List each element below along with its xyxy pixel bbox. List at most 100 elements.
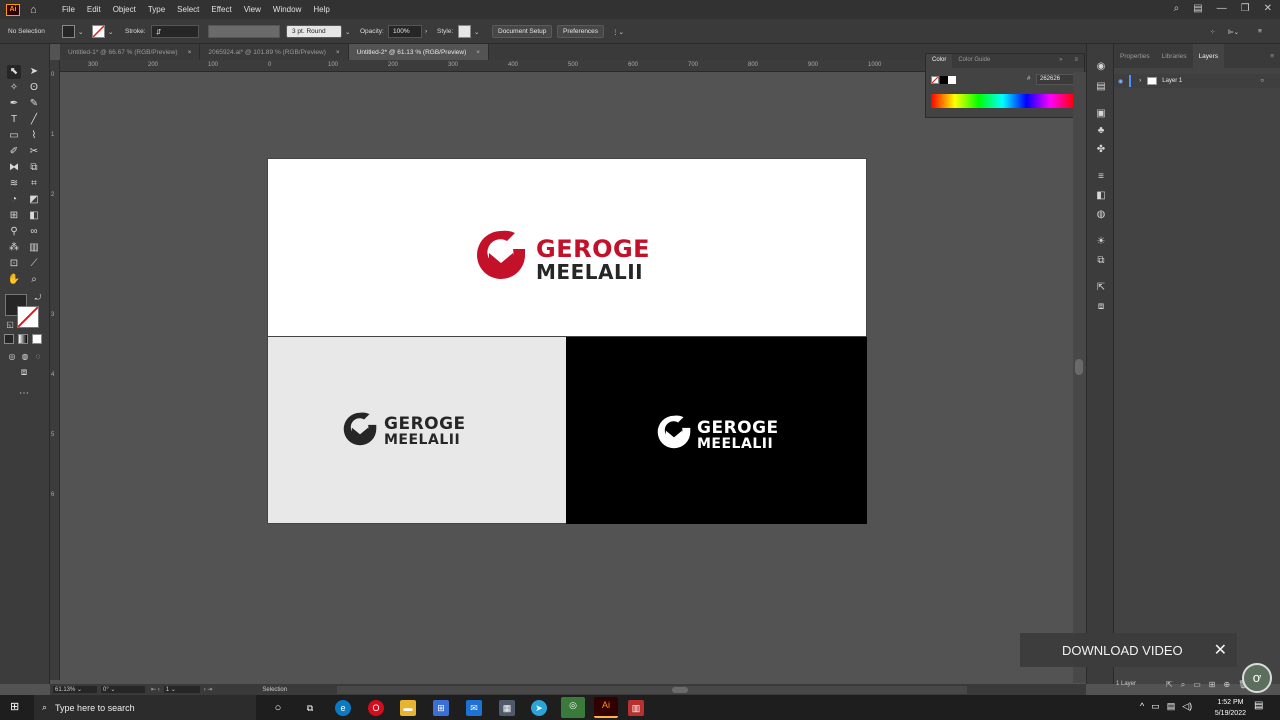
black-swatch[interactable] [940, 76, 948, 84]
brush-profile-dropdown[interactable]: 3 pt. Round ⌄ [286, 25, 350, 38]
pen-tool-icon[interactable]: ✒ [7, 97, 21, 111]
telegram-icon[interactable]: ➤ [531, 700, 547, 716]
tab-properties[interactable]: Properties [1114, 44, 1156, 68]
artboard-bottom-light[interactable]: GEROGE MEELALII [267, 337, 567, 524]
taskbar-search[interactable]: ⌕ Type here to search [34, 695, 256, 720]
vertical-scrollbar[interactable] [1073, 72, 1086, 683]
horizontal-scrollbar[interactable] [337, 685, 968, 694]
variable-width-dropdown[interactable] [208, 25, 280, 38]
tab-close-icon[interactable]: × [188, 49, 192, 56]
tab-color[interactable]: Color [926, 54, 953, 68]
rectangle-tool-icon[interactable]: ▭ [7, 129, 21, 143]
eyedropper-tool-icon[interactable]: ⚲ [7, 225, 21, 239]
layer-row[interactable]: ◉ › Layer 1 ○ [1114, 74, 1280, 88]
direct-selection-tool-icon[interactable]: ➤ [27, 65, 41, 79]
none-swatch[interactable] [931, 76, 939, 84]
blend-tool-icon[interactable]: ∞ [27, 225, 41, 239]
artboard-navigator[interactable]: 1 ⌄ [163, 686, 200, 693]
tab-untitled-1[interactable]: Untitled-1* @ 66.67 % (RGB/Preview) × [60, 44, 201, 60]
minimize-icon[interactable]: — [1217, 3, 1227, 14]
close-icon[interactable]: ✕ [1264, 3, 1272, 14]
stroke-swatch[interactable]: ⌄ [92, 25, 113, 38]
mesh-tool-icon[interactable]: ⊞ [7, 209, 21, 223]
menu-window[interactable]: Window [267, 5, 307, 14]
maps-icon[interactable]: ◎ [561, 697, 585, 718]
zoom-tool-icon[interactable]: ⌕ [27, 273, 41, 287]
panel-menu-icon[interactable]: ≡ [1258, 25, 1262, 38]
expand-chevron-icon[interactable]: › [1139, 78, 1141, 84]
tab-layers[interactable]: Layers [1192, 44, 1225, 68]
tray-volume-icon[interactable]: ◁) [1182, 701, 1192, 712]
visibility-eye-icon[interactable]: ◉ [1118, 78, 1123, 85]
appearance-icon[interactable]: ☀ [1094, 235, 1108, 249]
graphic-styles-icon[interactable]: ⧉ [1094, 254, 1108, 268]
cortana-icon[interactable]: ○ [270, 700, 286, 716]
panel-menu-icon[interactable]: ≡ [1264, 44, 1280, 68]
transparency-icon[interactable]: ◍ [1094, 208, 1108, 222]
prev-artboard-icon[interactable]: ⇤ ‹ [151, 686, 160, 693]
column-graph-tool-icon[interactable]: ▥ [27, 241, 41, 255]
next-artboard-icon[interactable]: › ⇥ [204, 686, 213, 693]
scale-tool-icon[interactable]: ⧉ [27, 161, 41, 175]
menu-object[interactable]: Object [107, 5, 142, 14]
paintbrush-tool-icon[interactable]: ⌇ [27, 129, 41, 143]
windows-start-icon[interactable]: ⊞ [10, 701, 23, 714]
default-colors-icon[interactable]: ◱ [3, 318, 17, 332]
menu-type[interactable]: Type [142, 5, 171, 14]
artboard-top-white[interactable]: GEROGE MEELALII [267, 158, 867, 337]
draw-behind-icon[interactable]: ◍ [18, 350, 32, 364]
none-mode-icon[interactable] [32, 334, 42, 344]
scissors-tool-icon[interactable]: ✂ [27, 145, 41, 159]
type-tool-icon[interactable]: T [7, 113, 21, 127]
network-app-icon[interactable]: ▦ [499, 700, 515, 716]
asset-export-icon[interactable]: ⇱ [1094, 281, 1108, 295]
gradient-mode-icon[interactable] [18, 334, 28, 344]
stroke-panel-icon[interactable]: ≡ [1094, 170, 1108, 184]
swap-colors-icon[interactable]: ⤾ [31, 291, 45, 305]
image-trace-icon[interactable]: ▣ [1094, 107, 1108, 121]
lasso-tool-icon[interactable]: ʘ [27, 81, 41, 95]
export-icon[interactable]: ⇱ [1166, 680, 1173, 690]
vertical-scroll-thumb[interactable] [1075, 359, 1083, 375]
mail-icon[interactable]: ✉ [466, 700, 482, 716]
graphic-style-swatch[interactable]: ⌄ [458, 25, 479, 38]
artboards-panel-icon[interactable]: ⧈ [1094, 300, 1108, 314]
screen-mode-icon[interactable]: ⧈ [17, 366, 31, 380]
gradient-tool-icon[interactable]: ◧ [27, 209, 41, 223]
search-icon[interactable]: ⌕ [1174, 3, 1180, 14]
preferences-button[interactable]: Preferences [557, 25, 605, 38]
menu-file[interactable]: File [56, 5, 81, 14]
illustrator-taskbar-icon[interactable]: Ai [594, 697, 618, 718]
symbol-sprayer-tool-icon[interactable]: ⁂ [7, 241, 21, 255]
color-spectrum[interactable] [931, 94, 1074, 108]
zoom-field[interactable]: 61.13% ⌄ [53, 686, 97, 693]
selection-tool-icon[interactable]: ⬉ [7, 65, 21, 79]
color-mode-icon[interactable] [4, 334, 14, 344]
draw-inside-icon[interactable]: ◌ [31, 350, 45, 364]
hand-tool-icon[interactable]: ✋ [7, 273, 21, 287]
panel-menu-icon[interactable]: ≡ [1068, 54, 1084, 68]
pencil-tool-icon[interactable]: ✐ [7, 145, 21, 159]
new-layer-icon[interactable]: ⊕ [1223, 680, 1230, 690]
stroke-weight-stepper[interactable]: ⇵ [151, 25, 199, 38]
tab-untitled-2[interactable]: Untitled-2* @ 61.13 % (RGB/Preview) × [348, 44, 490, 60]
opera-icon[interactable]: O [368, 700, 384, 716]
grid-icon[interactable]: ⁘ [1210, 25, 1215, 38]
file-explorer-icon[interactable]: ▬ [400, 700, 416, 716]
draw-normal-icon[interactable]: ◎ [5, 350, 19, 364]
collapse-panel-icon[interactable]: » [1053, 54, 1068, 68]
slice-tool-icon[interactable]: ⟋ [27, 257, 41, 271]
store-icon[interactable]: ⊞ [433, 700, 449, 716]
free-transform-tool-icon[interactable]: ⌗ [27, 177, 41, 191]
notifications-icon[interactable]: ▤ [1254, 700, 1263, 711]
fill-swatch[interactable]: ⌄ [62, 25, 83, 38]
perspective-grid-tool-icon[interactable]: ◩ [27, 193, 41, 207]
menu-edit[interactable]: Edit [81, 5, 107, 14]
tab-color-guide[interactable]: Color Guide [952, 54, 996, 68]
clipping-mask-icon[interactable]: ▭ [1193, 680, 1201, 690]
stroke-color-box[interactable] [17, 306, 39, 328]
menu-help[interactable]: Help [307, 5, 335, 14]
edge-icon[interactable]: e [335, 700, 351, 716]
new-sublayer-icon[interactable]: ⊞ [1209, 680, 1216, 690]
gradient-panel-icon[interactable]: ◧ [1094, 189, 1108, 203]
